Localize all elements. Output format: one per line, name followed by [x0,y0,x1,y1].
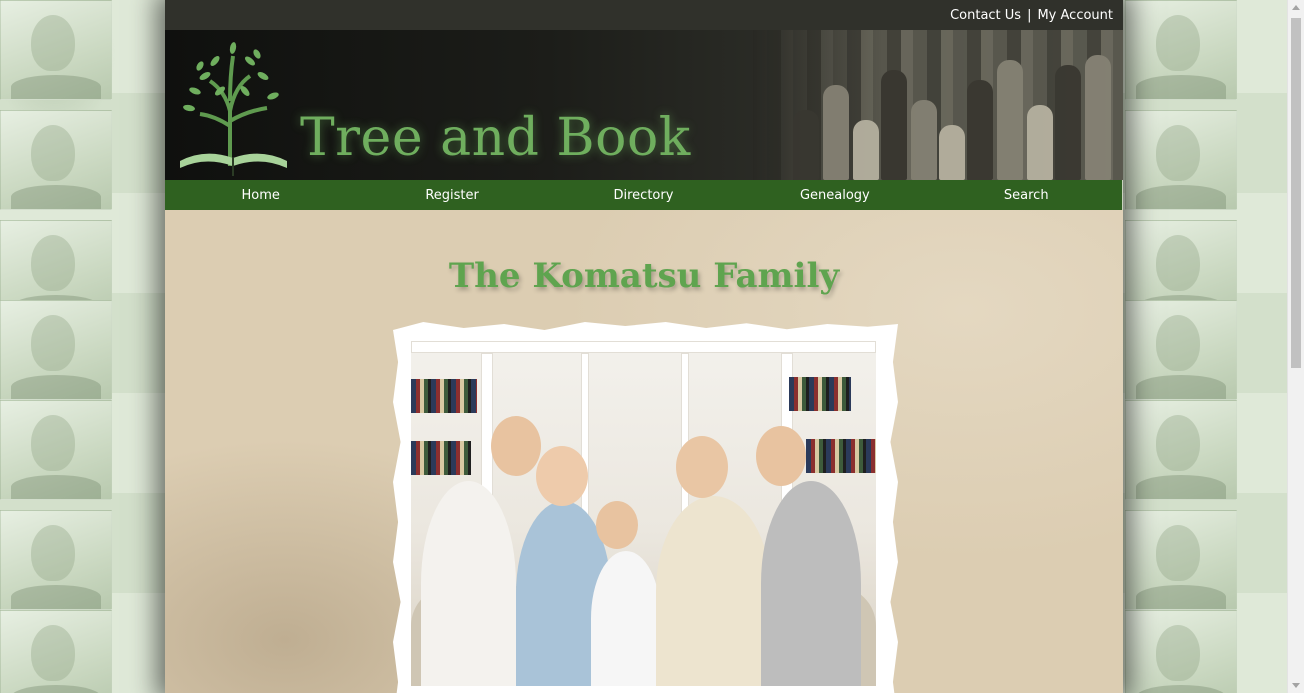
my-account-link[interactable]: My Account [1037,8,1113,23]
tree-book-logo-icon[interactable] [175,36,295,178]
bg-portrait [0,300,112,400]
page-container: Contact Us | My Account Tree and Book Ho… [165,0,1123,693]
bg-portrait [0,400,112,500]
bg-portrait [0,0,112,100]
scrollbar-thumb[interactable] [1291,18,1301,368]
family-photo [411,341,876,686]
top-bar: Contact Us | My Account [165,0,1123,30]
scroll-up-icon[interactable] [1292,5,1300,10]
bg-portrait [1125,510,1237,610]
bg-portrait [1125,300,1237,400]
bg-portrait [0,510,112,610]
nav-genealogy[interactable]: Genealogy [739,188,930,203]
bg-portrait [1125,610,1237,693]
main-content: The Komatsu Family [165,210,1123,693]
bg-portrait [0,110,112,210]
family-heading: The Komatsu Family [448,256,840,296]
nav-directory[interactable]: Directory [548,188,739,203]
nav-register[interactable]: Register [357,188,548,203]
nav-home[interactable]: Home [165,188,356,203]
bg-portrait [1125,110,1237,210]
banner-family-photo [753,30,1123,180]
site-title[interactable]: Tree and Book [300,108,691,168]
bg-portrait [1125,0,1237,100]
nav-search[interactable]: Search [931,188,1122,203]
link-separator: | [1027,7,1032,23]
vertical-scrollbar[interactable] [1287,0,1304,693]
bg-portrait [0,610,112,693]
scroll-down-icon[interactable] [1292,683,1300,688]
contact-us-link[interactable]: Contact Us [950,8,1021,23]
site-banner: Tree and Book [165,30,1123,180]
bg-portrait [1125,400,1237,500]
main-nav: Home Register Directory Genealogy Search [165,180,1123,210]
